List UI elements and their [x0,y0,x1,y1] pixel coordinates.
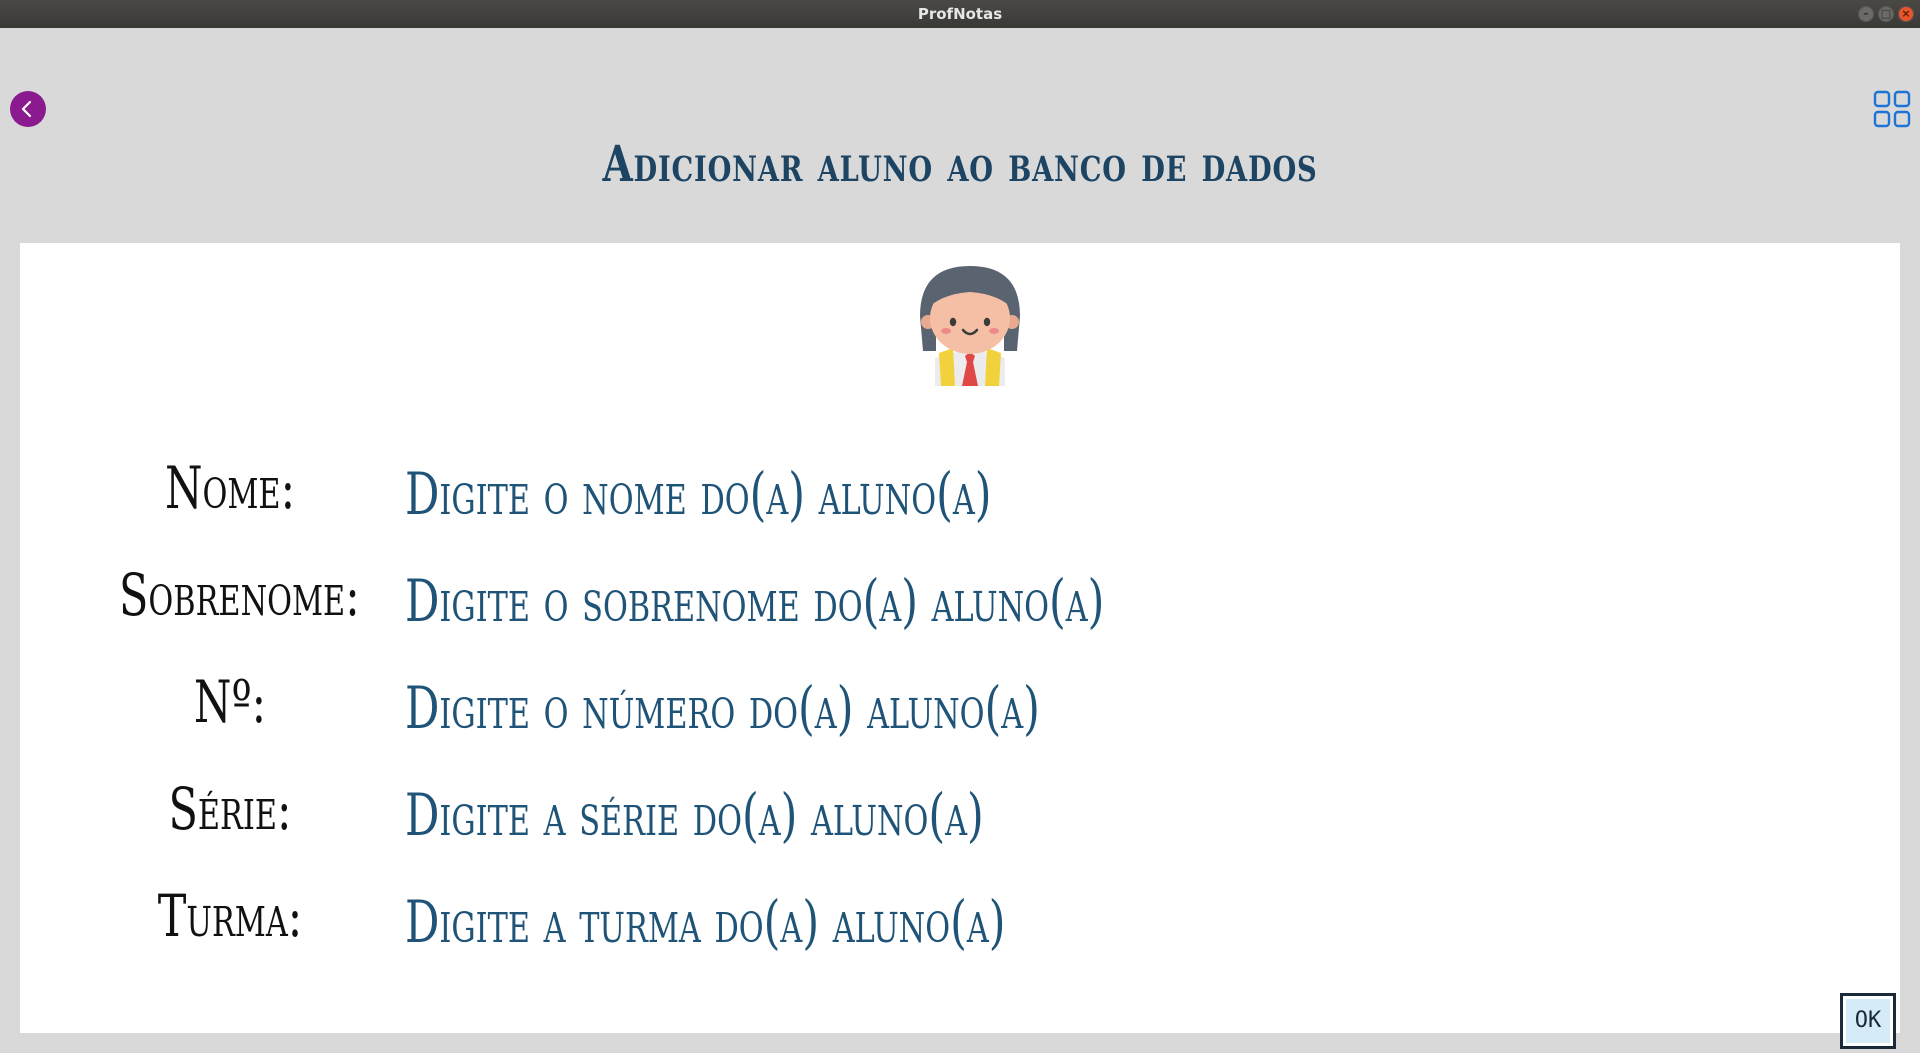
serie-label: Série: [168,775,292,843]
close-button[interactable]: × [1898,6,1914,22]
window-controls: – □ × [1858,6,1914,22]
minimize-button[interactable]: – [1858,6,1874,22]
form-row-numero: Nº: [20,668,1900,748]
numero-input[interactable] [405,668,1219,748]
maximize-button[interactable]: □ [1878,6,1894,22]
close-icon: × [1901,7,1911,20]
ok-button[interactable]: OK [1840,993,1896,1049]
nome-label: Nome: [164,454,296,522]
maximize-icon: □ [1880,7,1892,20]
form-row-serie: Série: [20,775,1900,855]
turma-label: Turma: [157,882,303,950]
turma-input[interactable] [405,882,1219,962]
form-row-sobrenome: Sobrenome: [20,561,1900,641]
sobrenome-label: Sobrenome: [119,561,360,629]
chevron-left-icon [21,100,32,118]
numero-label: Nº: [193,668,267,736]
form-row-turma: Turma: [20,882,1900,962]
student-avatar-icon [920,266,1020,386]
window-title: ProfNotas [917,5,1003,23]
sobrenome-input[interactable] [405,561,1219,641]
student-form-card: Nome: Sobrenome: Nº: Série: Turma: OK [20,243,1900,1049]
window-titlebar: ProfNotas – □ × [0,0,1920,28]
menu-grid-button[interactable] [1873,90,1911,128]
serie-input[interactable] [405,775,1219,855]
minimize-icon: – [1863,7,1869,20]
page-title: Adicionar aluno ao banco de dados [602,133,1318,193]
form-row-nome: Nome: [20,454,1900,534]
app-window: Adicionar aluno ao banco de dados Nome: … [0,28,1920,1053]
grid-icon [1873,90,1911,128]
back-button[interactable] [10,91,46,127]
nome-input[interactable] [405,454,1219,534]
